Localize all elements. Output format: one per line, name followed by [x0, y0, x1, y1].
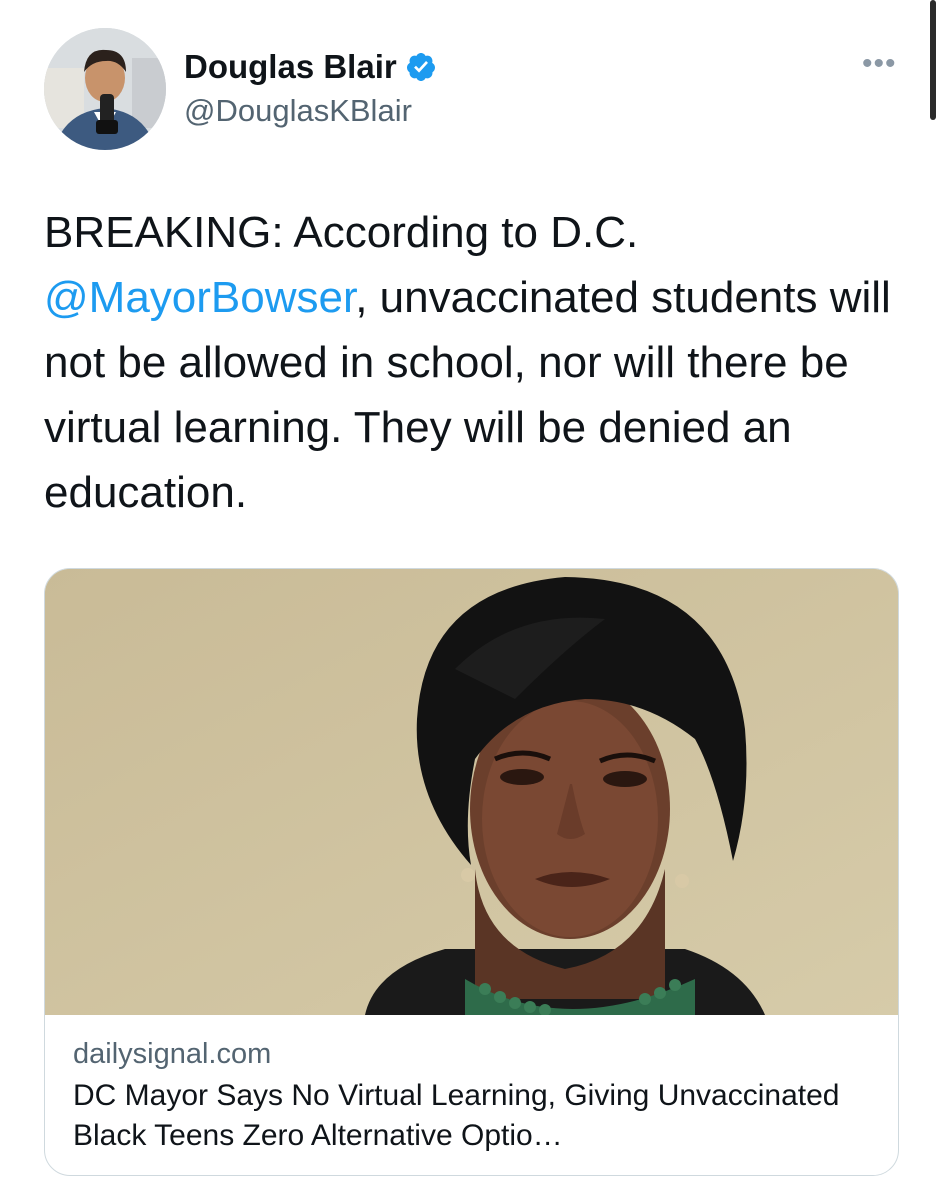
- tweet-text: BREAKING: According to D.C. @MayorBowser…: [44, 200, 914, 525]
- mention-link[interactable]: @MayorBowser: [44, 273, 355, 322]
- card-image: [45, 569, 898, 1015]
- tweet-text-intro: BREAKING: According to D.C.: [44, 208, 639, 257]
- card-meta: dailysignal.com DC Mayor Says No Virtual…: [73, 1036, 873, 1156]
- avatar[interactable]: [44, 28, 166, 150]
- author-name-row: Douglas Blair: [184, 48, 437, 86]
- more-icon[interactable]: •••: [862, 49, 897, 79]
- scrollbar[interactable]: [930, 0, 936, 120]
- verified-badge-icon: [405, 51, 437, 83]
- card-domain: dailysignal.com: [73, 1038, 272, 1070]
- card-title: DC Mayor Says No Virtual Learning, Givin…: [73, 1079, 840, 1152]
- author-display-name[interactable]: Douglas Blair: [184, 48, 397, 86]
- author-handle[interactable]: @DouglasKBlair: [184, 92, 412, 130]
- link-preview-card[interactable]: dailysignal.com DC Mayor Says No Virtual…: [44, 568, 899, 1176]
